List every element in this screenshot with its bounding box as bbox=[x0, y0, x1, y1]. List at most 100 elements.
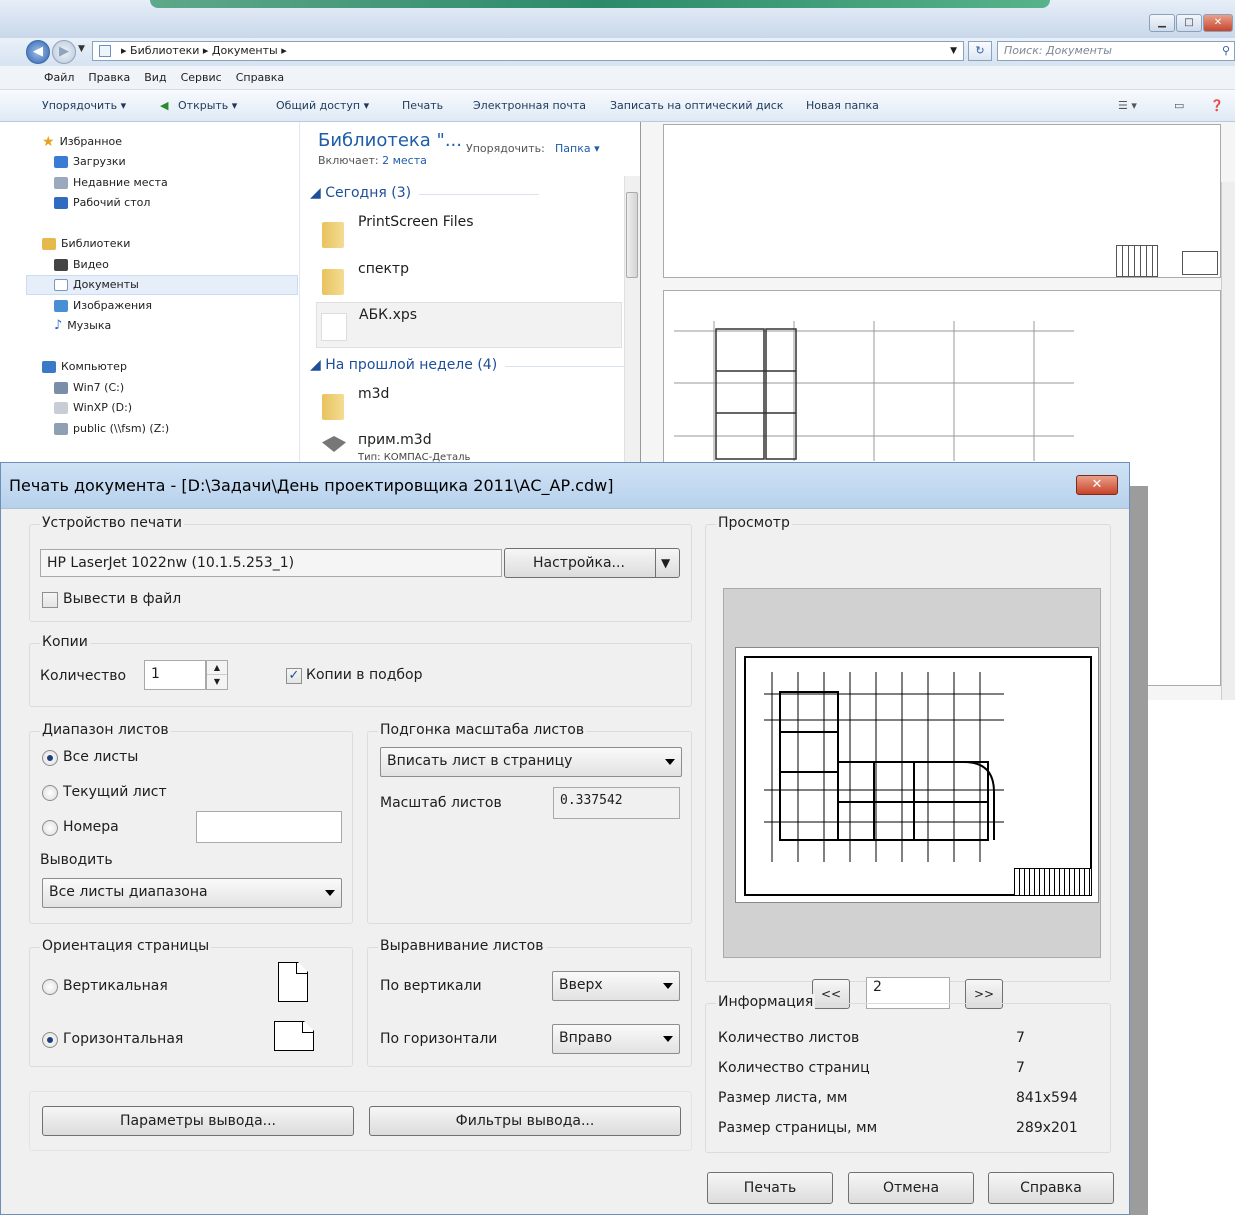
sort-dropdown[interactable]: Папка ▾ bbox=[555, 142, 600, 155]
menu-help[interactable]: Справка bbox=[236, 66, 284, 89]
copies-group: Копии Количество 1 ▲ ▼ ✓ Копии в подбор bbox=[29, 634, 692, 707]
cancel-button[interactable]: Отмена bbox=[848, 1172, 974, 1204]
output-select[interactable]: Все листы диапазона bbox=[42, 878, 342, 908]
title-block-stamp bbox=[1182, 251, 1218, 275]
range-all-radio[interactable] bbox=[42, 750, 58, 766]
nav-video[interactable]: Видео bbox=[54, 255, 109, 275]
minimize-button[interactable]: ▁ bbox=[1149, 14, 1175, 32]
copies-quantity-input[interactable]: 1 bbox=[144, 660, 206, 690]
open-button[interactable]: Открыть ▾ bbox=[178, 90, 237, 122]
nav-music[interactable]: ♪ Музыка bbox=[54, 316, 111, 336]
help-icon[interactable]: ❓ bbox=[1210, 90, 1224, 122]
file-name: PrintScreen Files bbox=[358, 214, 474, 230]
forward-icon[interactable]: ▶ bbox=[52, 40, 76, 64]
menu-file[interactable]: Файл bbox=[44, 66, 74, 89]
chevron-down-icon bbox=[325, 890, 335, 896]
address-dropdown-icon[interactable]: ▼ bbox=[950, 42, 957, 60]
nav-documents[interactable]: Документы bbox=[26, 275, 298, 295]
documents-icon bbox=[54, 279, 68, 291]
nav-favorites[interactable]: ★ Избранное bbox=[42, 132, 122, 152]
menu-tools[interactable]: Сервис bbox=[181, 66, 222, 89]
preview-floor-plan bbox=[764, 672, 1004, 862]
nav-drive-c[interactable]: Win7 (C:) bbox=[54, 378, 124, 398]
collate-checkbox[interactable]: ✓ bbox=[286, 668, 302, 684]
scale-label: Масштаб листов bbox=[380, 795, 502, 811]
menu-edit[interactable]: Правка bbox=[88, 66, 130, 89]
preview-scrollbar[interactable] bbox=[1221, 182, 1235, 700]
list-item[interactable]: PrintScreen Files bbox=[316, 210, 622, 256]
nav-desktop[interactable]: Рабочий стол bbox=[54, 193, 150, 213]
range-numbers-radio[interactable] bbox=[42, 820, 58, 836]
breadcrumb: ▸ Библиотеки ▸ Документы ▸ bbox=[121, 44, 287, 57]
print-toolbar-button[interactable]: Печать bbox=[402, 90, 443, 122]
menu-view[interactable]: Вид bbox=[144, 66, 166, 89]
window-controls: ▁ □ ✕ bbox=[1149, 14, 1233, 32]
print-dialog: Печать документа - [D:\Задачи\День проек… bbox=[0, 462, 1130, 1215]
printer-setup-button[interactable]: Настройка... ▼ bbox=[504, 548, 680, 578]
help-button[interactable]: Справка bbox=[988, 1172, 1114, 1204]
nav-drive-d[interactable]: WinXP (D:) bbox=[54, 398, 132, 418]
close-button[interactable]: ✕ bbox=[1203, 14, 1233, 32]
nav-libraries[interactable]: Библиотеки bbox=[42, 234, 130, 254]
new-folder-button[interactable]: Новая папка bbox=[806, 90, 879, 122]
nav-recent[interactable]: Недавние места bbox=[54, 173, 168, 193]
nav-downloads[interactable]: Загрузки bbox=[54, 152, 126, 172]
search-icon[interactable]: ⚲ bbox=[1222, 42, 1230, 60]
refresh-icon[interactable]: ↻ bbox=[968, 41, 992, 61]
email-button[interactable]: Электронная почта bbox=[473, 90, 586, 122]
back-icon[interactable]: ◀ bbox=[26, 40, 50, 64]
nav-images[interactable]: Изображения bbox=[54, 296, 152, 316]
stepper-down-icon[interactable]: ▼ bbox=[207, 675, 227, 689]
alignment-group-title: Выравнивание листов bbox=[378, 938, 546, 954]
scale-group: Подгонка масштаба листов Вписать лист в … bbox=[367, 722, 692, 924]
print-to-file-checkbox[interactable] bbox=[42, 592, 58, 608]
info-sheet-size-value: 841x594 bbox=[1016, 1090, 1078, 1106]
nav-computer[interactable]: Компьютер bbox=[42, 357, 127, 377]
list-item[interactable]: спектр bbox=[316, 257, 622, 303]
scale-fit-select[interactable]: Вписать лист в страницу bbox=[380, 747, 682, 777]
burn-button[interactable]: Записать на оптический диск bbox=[610, 90, 783, 122]
output-params-button[interactable]: Параметры вывода... bbox=[42, 1106, 354, 1136]
search-input[interactable]: Поиск: Документы ⚲ bbox=[997, 41, 1235, 61]
info-pages-label: Количество страниц bbox=[718, 1060, 870, 1076]
view-options-icon[interactable]: ☰ ▾ bbox=[1118, 90, 1137, 122]
downloads-icon bbox=[54, 156, 68, 168]
printer-name-field[interactable]: HP LaserJet 1022nw (10.1.5.253_1) bbox=[40, 549, 502, 577]
nav-drive-z[interactable]: public (\\fsm) (Z:) bbox=[54, 419, 169, 439]
info-page-size-value: 289x201 bbox=[1016, 1120, 1078, 1136]
library-includes: Включает: 2 места bbox=[318, 154, 427, 167]
range-current-radio[interactable] bbox=[42, 785, 58, 801]
images-icon bbox=[54, 300, 68, 312]
chevron-down-icon bbox=[665, 759, 675, 765]
history-dropdown-icon[interactable]: ▼ bbox=[78, 44, 85, 54]
chevron-down-icon[interactable]: ▼ bbox=[661, 549, 670, 577]
dialog-close-button[interactable]: ✕ bbox=[1076, 475, 1118, 495]
library-locations-link[interactable]: 2 места bbox=[382, 154, 427, 167]
address-bar[interactable]: ▸ Библиотеки ▸ Документы ▸ ▼ bbox=[92, 41, 964, 61]
group-today[interactable]: ◢ Сегодня (3) bbox=[310, 185, 540, 201]
preview-paper bbox=[735, 647, 1099, 903]
organize-button[interactable]: Упорядочить ▾ bbox=[42, 90, 126, 122]
range-numbers-input[interactable] bbox=[196, 811, 342, 843]
preview-pane-icon[interactable]: ▭ bbox=[1174, 90, 1184, 122]
info-sheets-value: 7 bbox=[1016, 1030, 1025, 1046]
orientation-portrait-radio[interactable] bbox=[42, 979, 58, 995]
list-item[interactable]: m3d bbox=[316, 382, 622, 428]
scrollbar-thumb[interactable] bbox=[626, 192, 638, 278]
range-group-title: Диапазон листов bbox=[40, 722, 171, 738]
align-vertical-select[interactable]: Вверх bbox=[552, 971, 680, 1001]
list-item[interactable]: АБК.xps bbox=[316, 302, 622, 348]
library-title: Библиотека "... bbox=[318, 130, 462, 151]
group-last-week[interactable]: ◢ На прошлой неделе (4) bbox=[310, 357, 626, 373]
share-button[interactable]: Общий доступ ▾ bbox=[276, 90, 369, 122]
orientation-landscape-radio[interactable] bbox=[42, 1032, 58, 1048]
maximize-button[interactable]: □ bbox=[1176, 14, 1202, 32]
info-group: Информация Количество листов 7 Количеств… bbox=[705, 994, 1111, 1153]
quantity-stepper[interactable]: ▲ ▼ bbox=[206, 660, 228, 690]
title-block bbox=[1116, 245, 1158, 277]
stepper-up-icon[interactable]: ▲ bbox=[207, 661, 227, 675]
print-button[interactable]: Печать bbox=[707, 1172, 833, 1204]
output-filters-button[interactable]: Фильтры вывода... bbox=[369, 1106, 681, 1136]
library-icon bbox=[99, 45, 111, 57]
align-horizontal-select[interactable]: Вправо bbox=[552, 1024, 680, 1054]
